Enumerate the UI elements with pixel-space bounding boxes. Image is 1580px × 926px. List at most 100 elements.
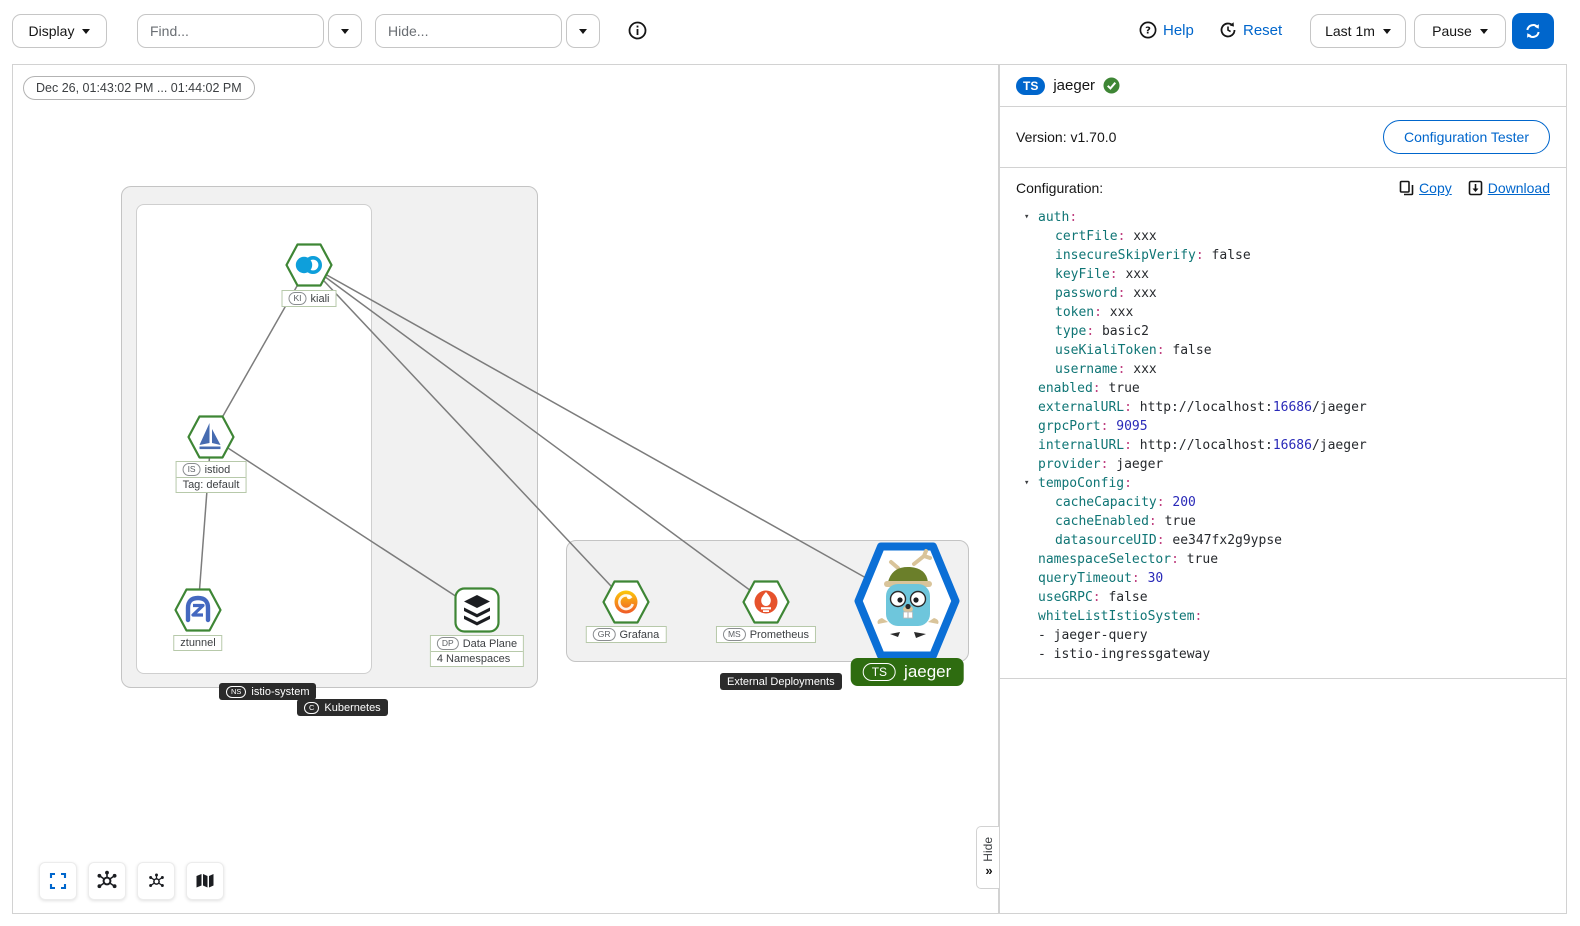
istiod-type-badge: IS: [183, 463, 201, 476]
kiali-type-badge: KI: [289, 292, 307, 305]
minimap-button[interactable]: [186, 862, 224, 900]
jaeger-label: jaeger: [904, 662, 951, 682]
topology-small-icon: [148, 873, 165, 890]
info-icon[interactable]: [628, 21, 647, 45]
reset-label: Reset: [1243, 22, 1282, 39]
kiali-icon: [285, 243, 333, 287]
istiod-label: istiod: [205, 464, 231, 476]
node-dataplane[interactable]: [454, 587, 500, 638]
layers-icon: [454, 587, 500, 633]
chevron-down-icon: [1383, 29, 1391, 34]
node-label-kiali[interactable]: KI kiali: [282, 290, 337, 307]
chevron-down-icon: [341, 29, 349, 34]
cluster-type-badge: C: [304, 702, 319, 714]
kiali-label: kiali: [311, 293, 330, 305]
panel-header: TS jaeger: [1000, 65, 1566, 107]
hide-panel-label: Hide: [981, 837, 995, 862]
hide-input-wrap[interactable]: [375, 14, 562, 48]
node-label-grafana[interactable]: GR Grafana: [586, 626, 667, 643]
namespace-type-badge: NS: [226, 686, 246, 698]
jaeger-gopher-icon: [854, 542, 960, 660]
version-label: Version: v1.70.0: [1016, 129, 1116, 145]
dataplane-namespaces-label: 4 Namespaces: [437, 653, 510, 665]
configuration-tester-button[interactable]: Configuration Tester: [1383, 120, 1550, 154]
hide-options-button[interactable]: [566, 14, 600, 48]
download-label: Download: [1488, 180, 1550, 196]
config-yaml[interactable]: ▾auth:certFile: xxxinsecureSkipVerify: f…: [1000, 202, 1566, 679]
refresh-button[interactable]: [1512, 13, 1554, 49]
fit-to-screen-button[interactable]: [39, 862, 77, 900]
grafana-label: Grafana: [620, 629, 660, 641]
topology-icon: [96, 870, 118, 892]
display-dropdown-label: Display: [29, 23, 75, 39]
reset-icon: [1219, 21, 1237, 39]
ztunnel-icon: [174, 588, 222, 632]
hide-input[interactable]: [388, 23, 549, 39]
find-input[interactable]: [150, 23, 311, 39]
configuration-label: Configuration:: [1016, 180, 1103, 196]
version-row: Version: v1.70.0 Configuration Tester: [1000, 107, 1566, 168]
reset-link[interactable]: Reset: [1219, 21, 1282, 39]
node-grafana[interactable]: [602, 580, 650, 629]
namespace-badge-istio-system[interactable]: NS istio-system: [219, 683, 316, 700]
tracing-type-badge: TS: [1016, 77, 1045, 95]
map-icon: [195, 872, 215, 890]
node-jaeger[interactable]: [854, 542, 960, 665]
external-deployments-badge[interactable]: External Deployments: [720, 673, 842, 690]
chevron-down-icon: [579, 29, 587, 34]
panel-title: jaeger: [1053, 77, 1095, 94]
node-label-jaeger-selected[interactable]: TS jaeger: [851, 658, 964, 686]
grafana-icon: [602, 580, 650, 624]
namespace-label: istio-system: [251, 686, 309, 698]
chevron-down-icon: [82, 29, 90, 34]
grafana-type-badge: GR: [593, 628, 616, 641]
copy-link[interactable]: Copy: [1399, 180, 1452, 196]
cluster-label: Kubernetes: [324, 702, 380, 714]
chevron-down-icon: [1480, 29, 1488, 34]
node-label-istiod[interactable]: IS istiod Tag: default: [176, 461, 247, 493]
namespace-box-istio-system[interactable]: [136, 204, 372, 674]
layout-graph-alt-button[interactable]: [137, 862, 175, 900]
node-label-ztunnel[interactable]: ztunnel: [173, 635, 222, 651]
node-kiali[interactable]: [285, 243, 333, 292]
dataplane-label: Data Plane: [463, 638, 517, 650]
istiod-tag-label: Tag: default: [183, 479, 240, 491]
copy-label: Copy: [1419, 180, 1452, 196]
download-link[interactable]: Download: [1468, 180, 1550, 196]
dataplane-type-badge: DP: [437, 637, 459, 650]
external-deployments-label: External Deployments: [727, 676, 835, 688]
find-options-button[interactable]: [328, 14, 362, 48]
help-link[interactable]: ? Help: [1139, 21, 1194, 39]
cluster-badge-kubernetes[interactable]: C Kubernetes: [297, 699, 388, 716]
help-icon: ?: [1139, 21, 1157, 39]
node-istiod[interactable]: [187, 415, 235, 464]
ztunnel-label: ztunnel: [180, 637, 215, 649]
prometheus-label: Prometheus: [750, 629, 809, 641]
healthy-check-icon: [1103, 77, 1120, 94]
time-range-label: Last 1m: [1325, 23, 1375, 39]
display-dropdown[interactable]: Display: [12, 14, 107, 48]
node-ztunnel[interactable]: [174, 588, 222, 637]
layout-graph-button[interactable]: [88, 862, 126, 900]
node-prometheus[interactable]: [742, 580, 790, 629]
graph-canvas[interactable]: Dec 26, 01:43:02 PM ... 01:44:02 PM KIki…: [12, 64, 999, 914]
prometheus-type-badge: MS: [723, 628, 746, 641]
find-input-wrap[interactable]: [137, 14, 324, 48]
sync-icon: [1524, 22, 1542, 40]
pause-label: Pause: [1432, 23, 1472, 39]
prometheus-icon: [742, 580, 790, 624]
time-range-dropdown[interactable]: Last 1m: [1310, 14, 1406, 48]
hide-panel-tab[interactable]: Hide »: [976, 826, 999, 889]
svg-text:?: ?: [1145, 26, 1151, 37]
summary-panel: TS jaeger Version: v1.70.0 Configuration…: [999, 64, 1567, 914]
istio-icon: [187, 415, 235, 459]
pause-dropdown[interactable]: Pause: [1414, 14, 1506, 48]
configuration-row: Configuration: Copy Download: [1000, 168, 1566, 202]
expand-icon: [49, 872, 67, 890]
kiali-mesh-page: Display ? Help Reset Last 1m Pause: [0, 0, 1580, 926]
node-label-prometheus[interactable]: MS Prometheus: [716, 626, 816, 643]
help-label: Help: [1163, 22, 1194, 39]
graph-toolbar: [39, 862, 224, 900]
double-chevron-right-icon: »: [985, 863, 990, 878]
node-label-dataplane[interactable]: DP Data Plane 4 Namespaces: [430, 635, 524, 667]
